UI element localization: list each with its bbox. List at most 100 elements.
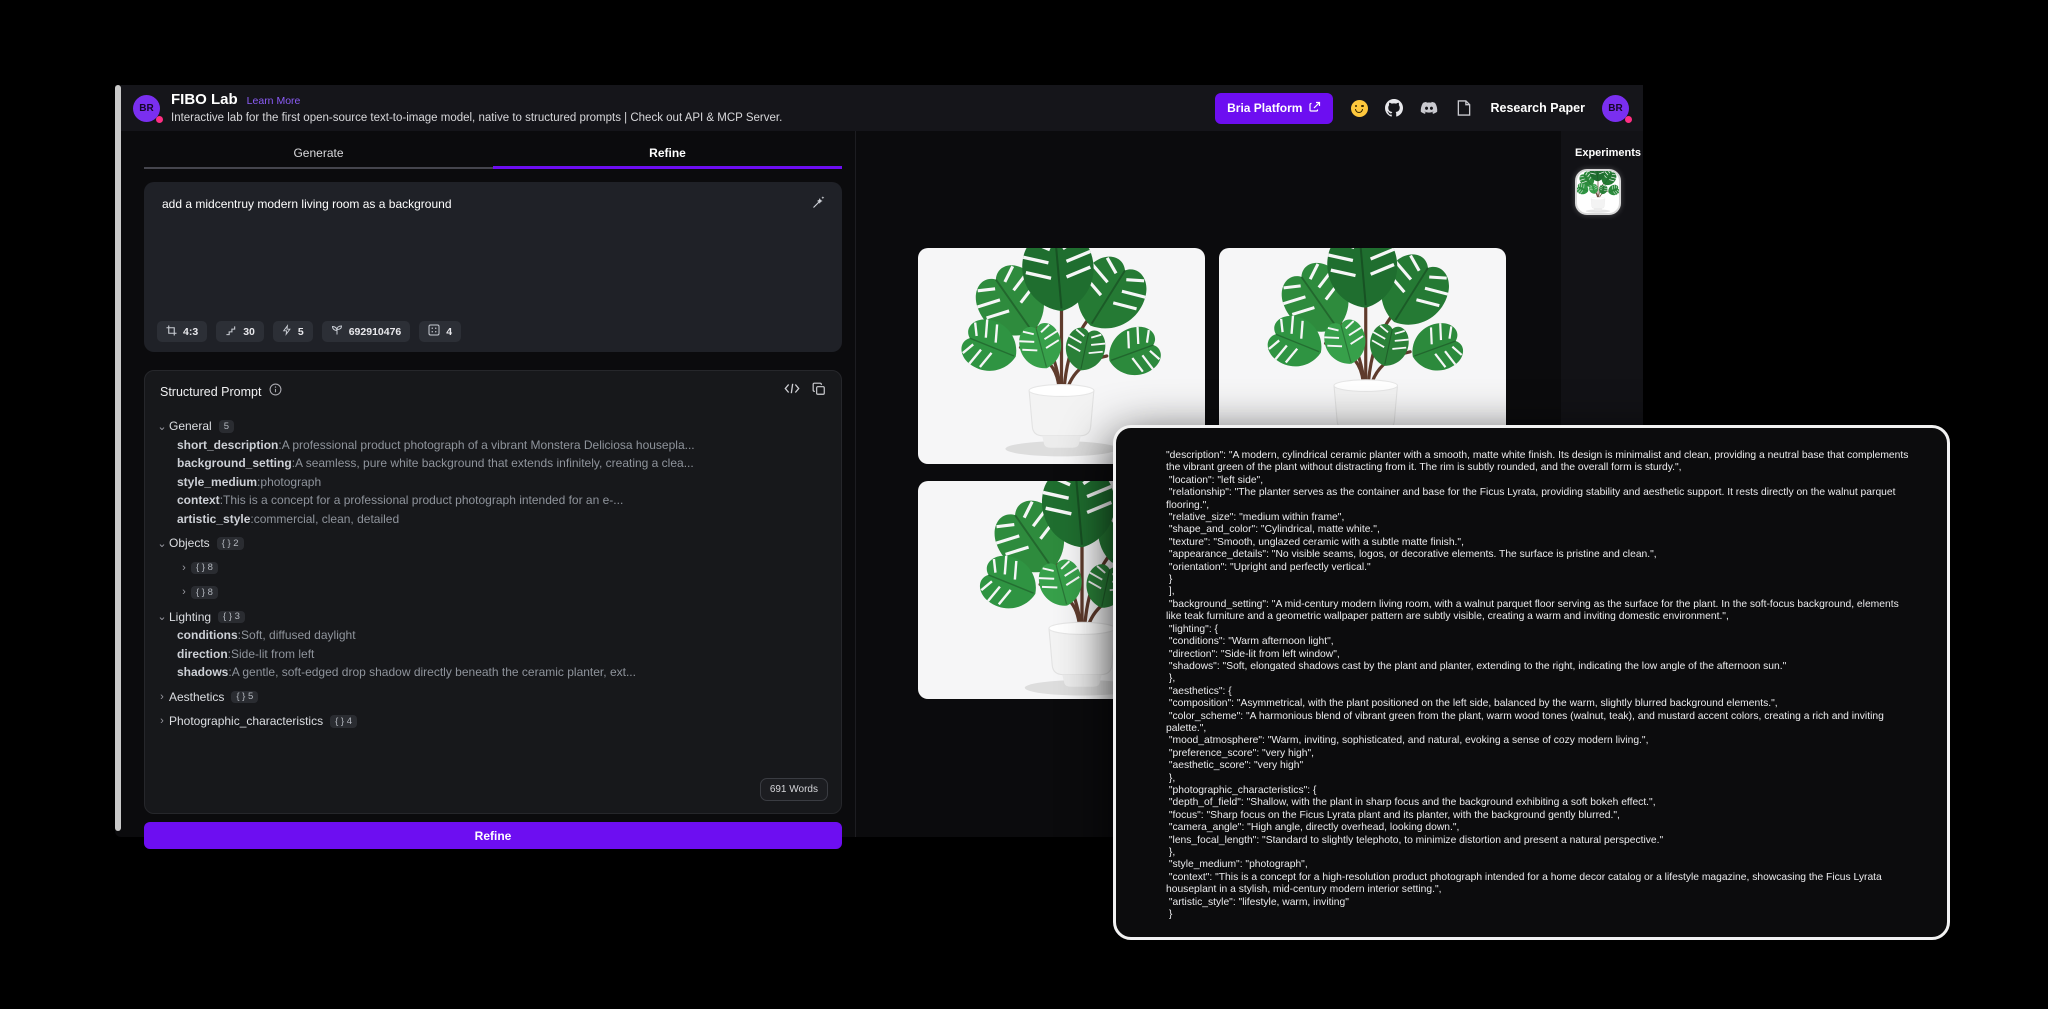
bolt-icon [282, 324, 292, 339]
tree-section-label: Aesthetics [169, 690, 224, 704]
param-chip-bolt[interactable]: 5 [273, 321, 313, 342]
tree-field-key: context [177, 493, 220, 507]
learn-more-link[interactable]: Learn More [247, 95, 301, 107]
structured-prompt-title: Structured Prompt [160, 385, 261, 399]
tree-count-badge: { } 2 [217, 537, 244, 550]
experiment-thumbnail[interactable] [1575, 169, 1621, 215]
param-chip-label: 30 [243, 326, 255, 338]
tree-field-style_medium[interactable]: style_medium : photograph [177, 473, 827, 492]
json-overlay-text: "description": "A modern, cylindrical ce… [1166, 450, 1909, 921]
code-view-icon[interactable] [784, 382, 800, 401]
tree-section-object[interactable]: ›{ } 8 [177, 583, 827, 602]
chevron-right-icon: › [177, 562, 191, 574]
tree-field-value: photograph [260, 475, 321, 489]
mode-tabs: GenerateRefine [144, 139, 842, 169]
research-paper-link[interactable]: Research Paper [1490, 101, 1585, 115]
tree-field-key: conditions [177, 628, 238, 642]
tree-section-label: Photographic_characteristics [169, 714, 323, 728]
tree-section-label: Objects [169, 536, 210, 550]
tree-count-badge: { } 3 [218, 611, 245, 624]
prompt-param-chips: 4:3 30 5 692910476 4 [157, 321, 461, 342]
param-chip-crop[interactable]: 4:3 [157, 321, 207, 342]
panel-divider [855, 131, 856, 837]
seed-icon [331, 324, 343, 339]
tree-field-context[interactable]: context : This is a concept for a profes… [177, 491, 827, 510]
tree-field-value: This is a concept for a professional pro… [223, 493, 623, 507]
tree-section-photographic_characteristics[interactable]: ›Photographic_characteristics { } 4 [155, 712, 827, 731]
tree-section-objects[interactable]: ⌄Objects { } 2 [155, 534, 827, 553]
copy-icon[interactable] [812, 382, 826, 401]
tree-section-aesthetics[interactable]: ›Aesthetics { } 5 [155, 688, 827, 707]
json-overlay-panel: "description": "A modern, cylindrical ce… [1113, 425, 1950, 940]
tree-field-value: A seamless, pure white background that e… [295, 456, 694, 470]
discord-icon[interactable] [1420, 99, 1438, 117]
chevron-down-icon: ⌄ [155, 420, 169, 433]
param-chip-steps[interactable]: 30 [216, 321, 264, 342]
tree-section-object[interactable]: ›{ } 8 [177, 559, 827, 578]
tree-field-short_description[interactable]: short_description : A professional produ… [177, 436, 827, 455]
refine-prompt-input[interactable]: add a midcentruy modern living room as a… [162, 197, 798, 211]
param-chip-seed[interactable]: 692910476 [322, 321, 411, 342]
external-link-icon [1309, 101, 1321, 116]
tree-field-key: background_setting [177, 456, 292, 470]
tree-section-label: General [169, 419, 212, 433]
structured-prompt-tree: ⌄General5short_description : A professio… [145, 407, 841, 731]
tree-field-key: shadows [177, 665, 228, 679]
param-chip-label: 5 [298, 326, 304, 338]
tree-field-key: style_medium [177, 475, 257, 489]
app-header: BR FIBO Lab Learn More Interactive lab f… [121, 85, 1643, 131]
prompt-panel: GenerateRefine add a midcentruy modern l… [144, 131, 842, 837]
chevron-right-icon: › [155, 691, 169, 703]
chevron-right-icon: › [177, 586, 191, 598]
tree-field-background_setting[interactable]: background_setting : A seamless, pure wh… [177, 454, 827, 473]
tree-section-label: Lighting [169, 610, 211, 624]
crop-icon [166, 325, 177, 339]
tab-refine[interactable]: Refine [493, 139, 842, 169]
structured-prompt-card: Structured Prompt ⌄General5short_descrip… [144, 370, 842, 814]
tree-field-value: Soft, diffused daylight [241, 628, 356, 642]
huggingface-icon[interactable] [1350, 99, 1368, 117]
refine-prompt-card: add a midcentruy modern living room as a… [144, 182, 842, 352]
param-chip-label: 4 [446, 326, 452, 338]
tree-field-conditions[interactable]: conditions : Soft, diffused daylight [177, 626, 827, 645]
github-icon[interactable] [1385, 99, 1403, 117]
tree-field-direction[interactable]: direction : Side-lit from left [177, 645, 827, 664]
tree-count-badge: { } 8 [191, 586, 218, 599]
bria-logo[interactable]: BR [133, 95, 160, 122]
chevron-right-icon: › [155, 715, 169, 727]
chevron-down-icon: ⌄ [155, 537, 169, 550]
tree-field-key: direction [177, 647, 228, 661]
tree-field-shadows[interactable]: shadows : A gentle, soft-edged drop shad… [177, 663, 827, 682]
tree-field-key: artistic_style [177, 512, 250, 526]
bria-platform-button[interactable]: Bria Platform [1215, 93, 1333, 124]
steps-icon [225, 325, 237, 339]
app-subtitle: Interactive lab for the first open-sourc… [171, 112, 782, 125]
tree-field-key: short_description [177, 438, 278, 452]
tree-field-value: A gentle, soft-edged drop shadow directl… [232, 665, 636, 679]
param-chip-grid[interactable]: 4 [419, 321, 461, 342]
param-chip-label: 692910476 [349, 326, 402, 338]
tree-field-value: commercial, clean, detailed [254, 512, 399, 526]
window-scrollbar[interactable] [115, 85, 121, 831]
info-icon[interactable] [269, 383, 282, 401]
enhance-wand-icon[interactable] [811, 195, 826, 215]
tree-field-value: A professional product photograph of a v… [282, 438, 695, 452]
page-title: FIBO Lab [171, 91, 238, 108]
tree-field-value: Side-lit from left [231, 647, 314, 661]
word-count-badge: 691 Words [760, 778, 828, 801]
grid-icon [428, 324, 440, 339]
chevron-down-icon: ⌄ [155, 610, 169, 623]
tree-section-general[interactable]: ⌄General 5 [155, 417, 827, 436]
tree-count-badge: 5 [219, 420, 234, 433]
experiments-title: Experiments [1575, 147, 1643, 159]
param-chip-label: 4:3 [183, 326, 198, 338]
refine-button[interactable]: Refine [144, 822, 842, 849]
bria-logo-right[interactable]: BR [1602, 95, 1629, 122]
tree-count-badge: { } 8 [191, 562, 218, 575]
tree-field-artistic_style[interactable]: artistic_style : commercial, clean, deta… [177, 510, 827, 529]
document-icon[interactable] [1455, 99, 1473, 117]
tree-count-badge: { } 5 [231, 691, 258, 704]
tree-count-badge: { } 4 [330, 715, 357, 728]
tree-section-lighting[interactable]: ⌄Lighting { } 3 [155, 608, 827, 627]
tab-generate[interactable]: Generate [144, 139, 493, 169]
